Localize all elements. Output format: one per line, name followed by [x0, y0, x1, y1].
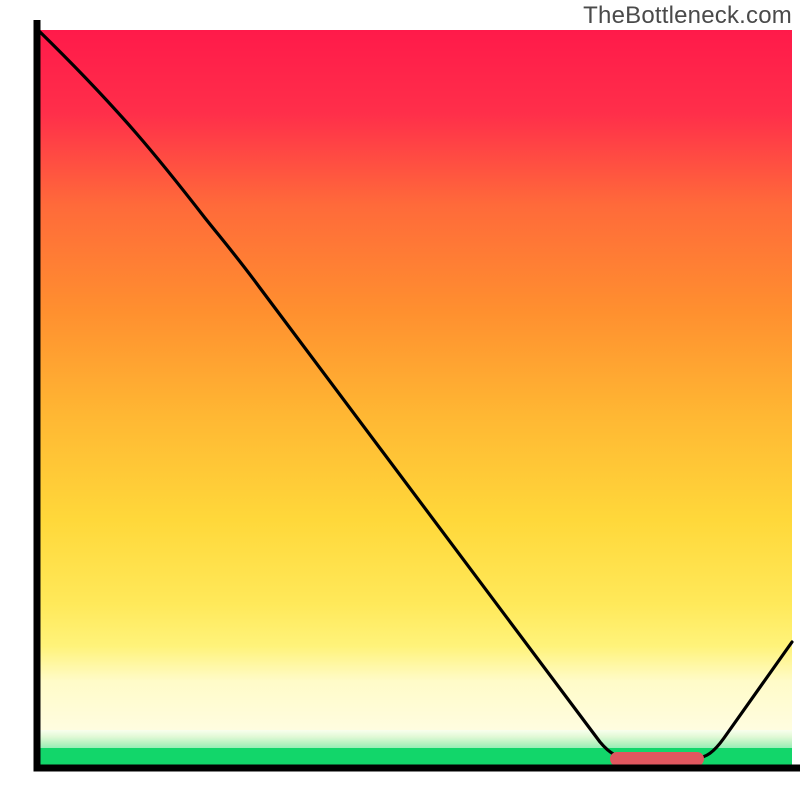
watermark-text: TheBottleneck.com	[583, 2, 792, 30]
chart-svg	[0, 0, 800, 800]
gradient-background-upper	[38, 30, 792, 730]
chart-container: TheBottleneck.com	[0, 0, 800, 800]
optimal-range-marker	[610, 752, 704, 766]
plot-area	[38, 30, 792, 768]
